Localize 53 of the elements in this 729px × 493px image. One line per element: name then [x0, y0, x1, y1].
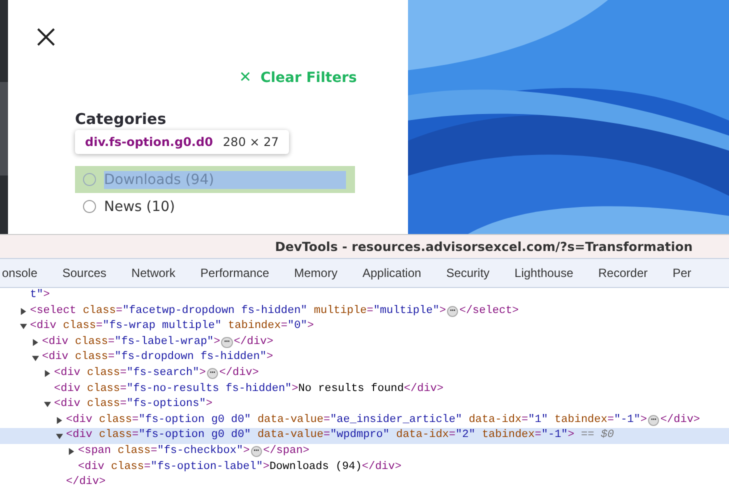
ellipsis-button[interactable]: ⋯ — [221, 337, 233, 348]
expand-arrow-icon[interactable] — [44, 370, 51, 378]
radio-button[interactable] — [83, 173, 96, 186]
selected-row[interactable]: <div class="fs-option g0 d0" data-value="wpdmpro" data-idx="2" tabindex="-1"> == $0 — [0, 428, 729, 444]
code-text: <span class="fs-checkbox"> — [78, 444, 250, 459]
selector-text: div.fs-option.g0.d0 — [85, 135, 213, 149]
code-text: <div class="fs-label-wrap"> — [42, 334, 220, 350]
expand-arrow-icon[interactable] — [44, 401, 51, 408]
code-text: <div class="fs-options"> — [54, 397, 212, 412]
ellipsis-button[interactable]: ⋯ — [648, 415, 660, 426]
ellipsis-button[interactable]: ⋯ — [446, 306, 458, 317]
panel-tab[interactable]: onsole — [2, 266, 38, 280]
code-text: <div class="fs-option-label">Downloads (94)</div> — [78, 460, 402, 475]
code-text: <div class="fs-option g0 d0" data-value="wpdmpro" data-idx="2" tabindex="-1"> == $0 — [66, 428, 614, 444]
panel-tab[interactable]: Network — [131, 266, 176, 280]
expand-arrow-icon[interactable] — [20, 308, 27, 315]
panel-tab[interactable]: Sources — [62, 266, 106, 280]
code-text: </span> — [263, 444, 310, 459]
code-text: </div> — [660, 412, 700, 428]
expand-arrow-icon[interactable] — [68, 448, 75, 456]
panel-tab[interactable]: Lighthouse — [514, 266, 574, 280]
code-text: </select> — [459, 304, 519, 319]
code-text: <select class="facetwp-dropdown fs-hidden" multiple="multiple"> — [30, 304, 446, 319]
code-text: <div class="fs-search"> — [54, 366, 206, 381]
panel-tab[interactable]: Performance — [200, 266, 270, 280]
code-text: <div class="fs-option g0 d0" data-value="ae_insider_article" data-idx="1" tabindex="-1"> — [66, 412, 647, 428]
code-text: </div> — [66, 475, 106, 490]
ellipsis-button[interactable]: ⋯ — [250, 446, 262, 458]
panel-tab[interactable]: Recorder — [598, 266, 648, 280]
size-text: 280 × 27 — [222, 135, 279, 149]
panel-tab[interactable]: Per — [672, 266, 692, 280]
expand-arrow-icon[interactable] — [32, 339, 39, 346]
categories-heading: Categories — [75, 110, 168, 128]
expand-arrow-icon[interactable] — [56, 417, 63, 424]
code-text: <div class="fs-wrap multiple" tabindex="0"> — [30, 319, 314, 334]
close-icon[interactable] — [37, 28, 55, 46]
category-option[interactable]: News (10) — [75, 193, 355, 220]
code-text: </div> — [234, 334, 274, 350]
expand-arrow-icon[interactable] — [56, 432, 63, 440]
code-text: </div> — [219, 366, 259, 381]
expand-arrow-icon[interactable] — [32, 354, 39, 362]
option-label: News (10) — [104, 198, 176, 216]
ellipsis-button[interactable]: ⋯ — [206, 368, 218, 380]
panel-tab[interactable]: Memory — [294, 266, 338, 280]
code-text: t"> — [30, 288, 50, 303]
option-label: Downloads (94) — [104, 170, 346, 188]
panel-tab[interactable]: Security — [446, 266, 490, 280]
panel-tab[interactable]: Application — [362, 266, 422, 280]
expand-arrow-icon[interactable] — [20, 323, 27, 330]
code-text: <div class="fs-dropdown fs-hidden"> — [42, 350, 274, 366]
code-text: <div class="fs-no-results fs-hidden">No results found</div> — [54, 382, 444, 397]
radio-button[interactable] — [83, 200, 96, 213]
window-title: DevTools - resources.advisorsexcel.com/?s=Transformation — [0, 235, 729, 258]
